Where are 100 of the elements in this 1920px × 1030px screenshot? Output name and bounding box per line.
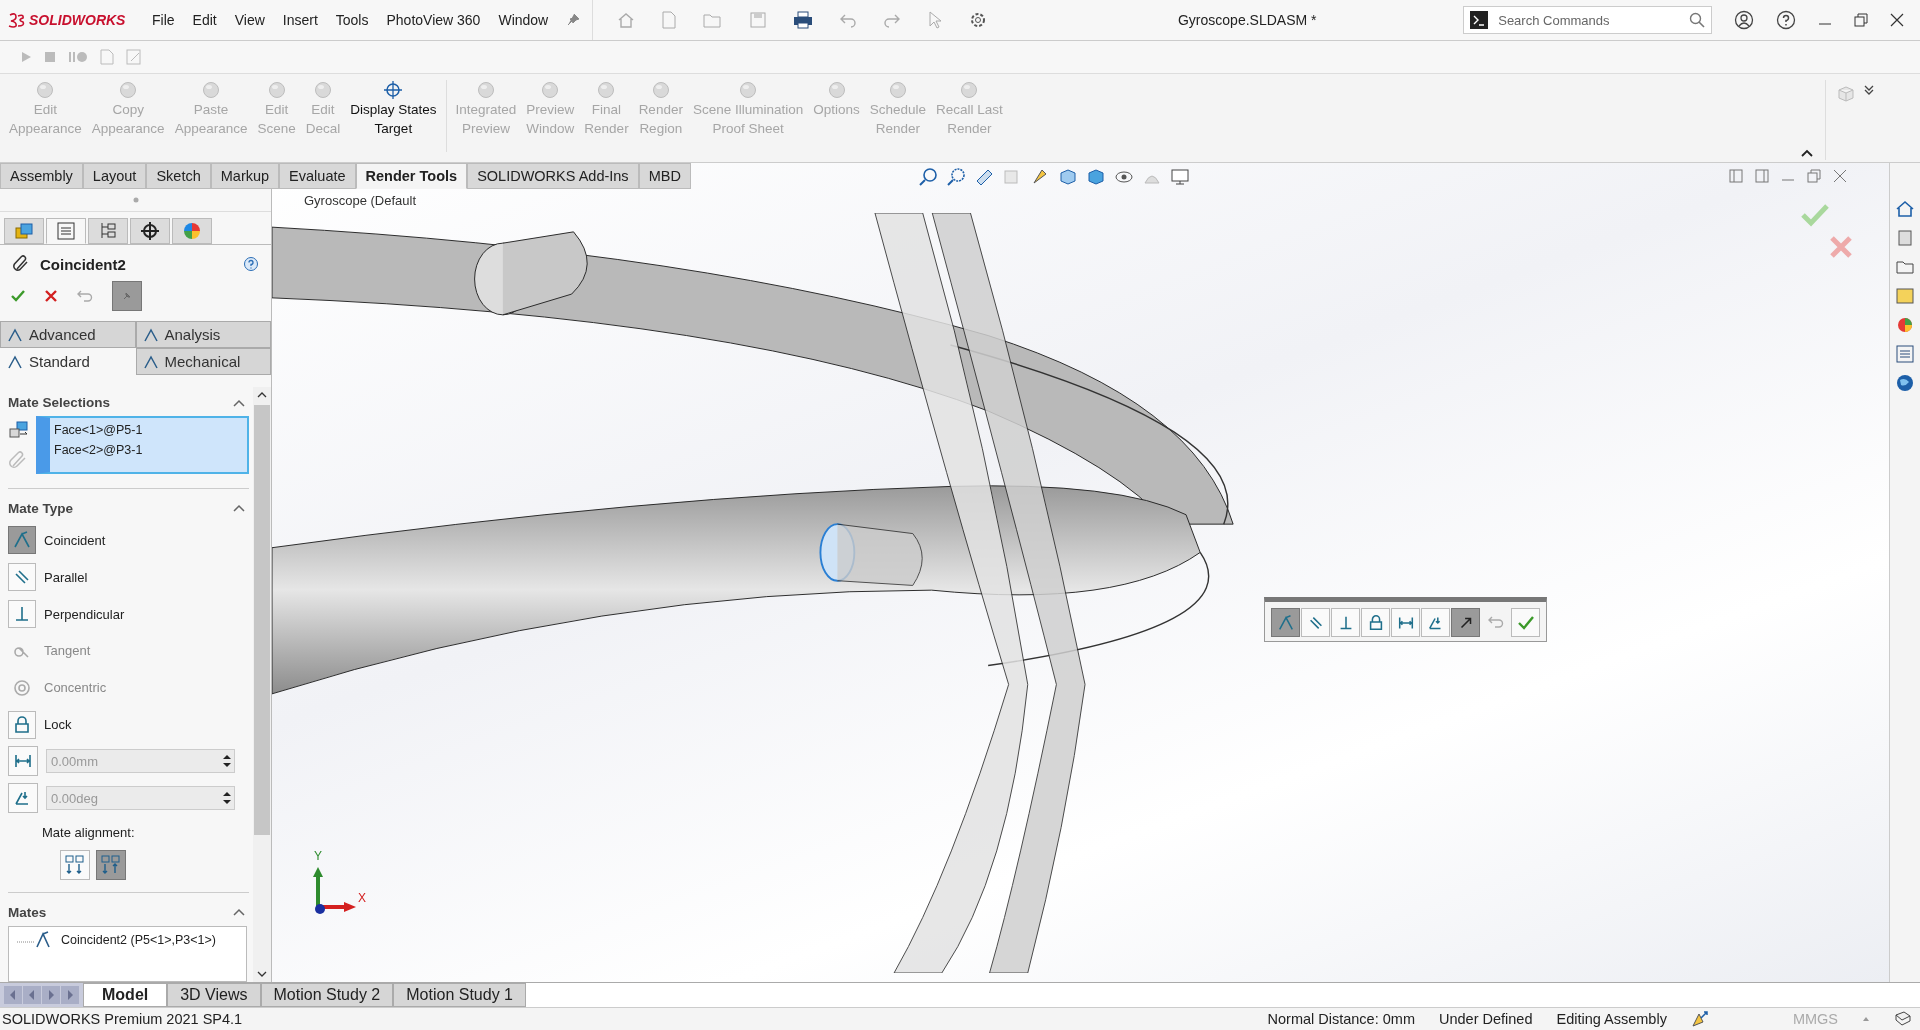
mate-list-item[interactable]: Coincident2 (P5<1>,P3<1>): [61, 932, 216, 947]
mate-type-button[interactable]: [8, 710, 36, 739]
help-icon[interactable]: [243, 256, 259, 272]
restore-icon[interactable]: [1807, 169, 1821, 183]
settings-icon[interactable]: [969, 11, 988, 29]
selection-item[interactable]: Face<1>@P5-1: [54, 420, 243, 440]
previous-view-icon[interactable]: [974, 167, 994, 187]
zoom-to-fit-icon[interactable]: [918, 167, 938, 187]
units-caret-icon[interactable]: [1862, 1016, 1870, 1022]
restore-icon[interactable]: [1854, 13, 1869, 27]
model-tab[interactable]: Motion Study 2: [260, 983, 394, 1007]
menu-item[interactable]: View: [234, 12, 265, 28]
mate-toolbar-button[interactable]: [1361, 608, 1390, 637]
menu-item[interactable]: Tools: [335, 12, 369, 28]
coincident-icon: [1276, 613, 1295, 632]
scroll-up-icon[interactable]: [257, 391, 267, 399]
mate-category-tab[interactable]: Advanced: [0, 321, 136, 348]
command-tab[interactable]: MBD: [638, 163, 691, 189]
dimxpert-tab[interactable]: [130, 218, 170, 244]
scroll-down-icon[interactable]: [257, 970, 267, 978]
sphere-icon: [826, 80, 847, 100]
pause-record-icon[interactable]: [68, 51, 88, 63]
sphere-icon: [35, 80, 56, 100]
menu-item[interactable]: File: [152, 12, 175, 28]
menu-item[interactable]: PhotoView 360: [386, 12, 481, 28]
feature-tree-tab[interactable]: [4, 218, 44, 244]
splitter-handle-icon[interactable]: [132, 197, 139, 203]
user-account-icon[interactable]: [1734, 10, 1755, 30]
mate-toolbar-button[interactable]: [1331, 608, 1360, 637]
assembly-name-label[interactable]: Gyroscope (Default: [304, 193, 416, 208]
model-tab[interactable]: Model: [83, 983, 168, 1007]
alignment-button[interactable]: [60, 849, 90, 880]
tile-right-icon[interactable]: [1755, 169, 1769, 183]
mate-toolbar-button[interactable]: [1511, 608, 1540, 637]
monitor-icon[interactable]: [1170, 167, 1190, 187]
command-tab[interactable]: Markup: [210, 163, 280, 189]
scrollbar[interactable]: [253, 387, 271, 982]
mate-type-button[interactable]: [8, 526, 36, 555]
stop-icon[interactable]: [44, 51, 56, 63]
mate-toolbar-button[interactable]: [1391, 608, 1420, 637]
section-title: Mate Type: [8, 500, 73, 516]
command-tab[interactable]: SOLIDWORKS Add-Ins: [467, 163, 639, 189]
menu-item[interactable]: Window: [498, 12, 549, 28]
command-tab[interactable]: Assembly: [0, 163, 83, 189]
close-icon[interactable]: [1890, 13, 1905, 27]
mate-category-tab[interactable]: Mechanical: [135, 348, 271, 375]
mate-toolbar-button[interactable]: [1421, 608, 1450, 637]
x-axis-label: X: [358, 891, 366, 905]
view-orientation-icon[interactable]: [1058, 167, 1078, 187]
selection-item[interactable]: Face<2>@P3-1: [54, 440, 243, 460]
pushpin-icon: [122, 291, 132, 301]
search-icon[interactable]: [1689, 12, 1706, 28]
cancel-x-icon[interactable]: [44, 289, 58, 303]
play-icon[interactable]: [20, 51, 32, 63]
command-tab[interactable]: Sketch: [146, 163, 211, 189]
print-icon[interactable]: [793, 11, 814, 29]
confirm-checkmark-icon[interactable]: [1801, 203, 1829, 227]
custom-properties-icon[interactable]: [1895, 344, 1915, 364]
mate-type-label: Parallel: [44, 569, 88, 585]
sphere-icon: [312, 80, 333, 100]
globe-icon[interactable]: [1895, 373, 1915, 393]
mate-toolbar-button[interactable]: [1451, 608, 1480, 637]
model-tab[interactable]: Motion Study 1: [393, 983, 526, 1007]
new-document-icon[interactable]: [661, 11, 678, 29]
alignment-button[interactable]: [96, 849, 126, 880]
menu-item[interactable]: Edit: [192, 12, 217, 28]
rebuild-icon[interactable]: [1690, 1010, 1709, 1028]
status-text: Editing Assembly: [1556, 1011, 1667, 1027]
model-tab[interactable]: 3D Views: [167, 983, 261, 1007]
mate-category-tab[interactable]: Analysis: [135, 321, 271, 348]
menu-item[interactable]: Insert: [282, 12, 318, 28]
ok-checkmark-icon[interactable]: [10, 288, 26, 304]
undo-icon[interactable]: [76, 288, 94, 304]
view-palette-icon[interactable]: [1895, 286, 1915, 306]
tile-left-icon[interactable]: [1729, 169, 1743, 183]
search-field[interactable]: Search Commands: [1496, 11, 1682, 29]
assembly-cubes-icon: [13, 221, 35, 241]
mate-type-button[interactable]: [8, 563, 36, 592]
mate-toolbar-button[interactable]: [1301, 608, 1330, 637]
command-tab[interactable]: Render Tools: [355, 163, 468, 189]
ribbon-button[interactable]: Display States Target: [345, 80, 442, 138]
command-tab[interactable]: Layout: [82, 163, 147, 189]
section-title: Mate Selections: [8, 395, 111, 410]
pin-icon[interactable]: [566, 13, 581, 27]
sphere-icon: [738, 80, 759, 100]
zoom-area-icon[interactable]: [946, 167, 966, 187]
sphere-icon: [201, 80, 222, 100]
display-style-icon[interactable]: [1086, 167, 1106, 187]
help-icon[interactable]: [1776, 10, 1797, 30]
collapse-caret-icon[interactable]: [1800, 148, 1814, 158]
mate-type-button[interactable]: [8, 600, 36, 629]
appearances-icon[interactable]: [1895, 315, 1915, 335]
expand-chevron-icon[interactable]: [1864, 84, 1874, 96]
home-icon[interactable]: [1895, 199, 1915, 219]
cursor-icon[interactable]: [927, 11, 944, 29]
selection-list[interactable]: Face<1>@P5-1 Face<2>@P3-1: [36, 416, 249, 474]
document-edit-icon[interactable]: [126, 49, 142, 65]
command-tab[interactable]: Evaluate: [279, 163, 356, 189]
search-field[interactable]: Search Commands: [1463, 6, 1713, 34]
property-manager-tab[interactable]: [46, 218, 86, 244]
